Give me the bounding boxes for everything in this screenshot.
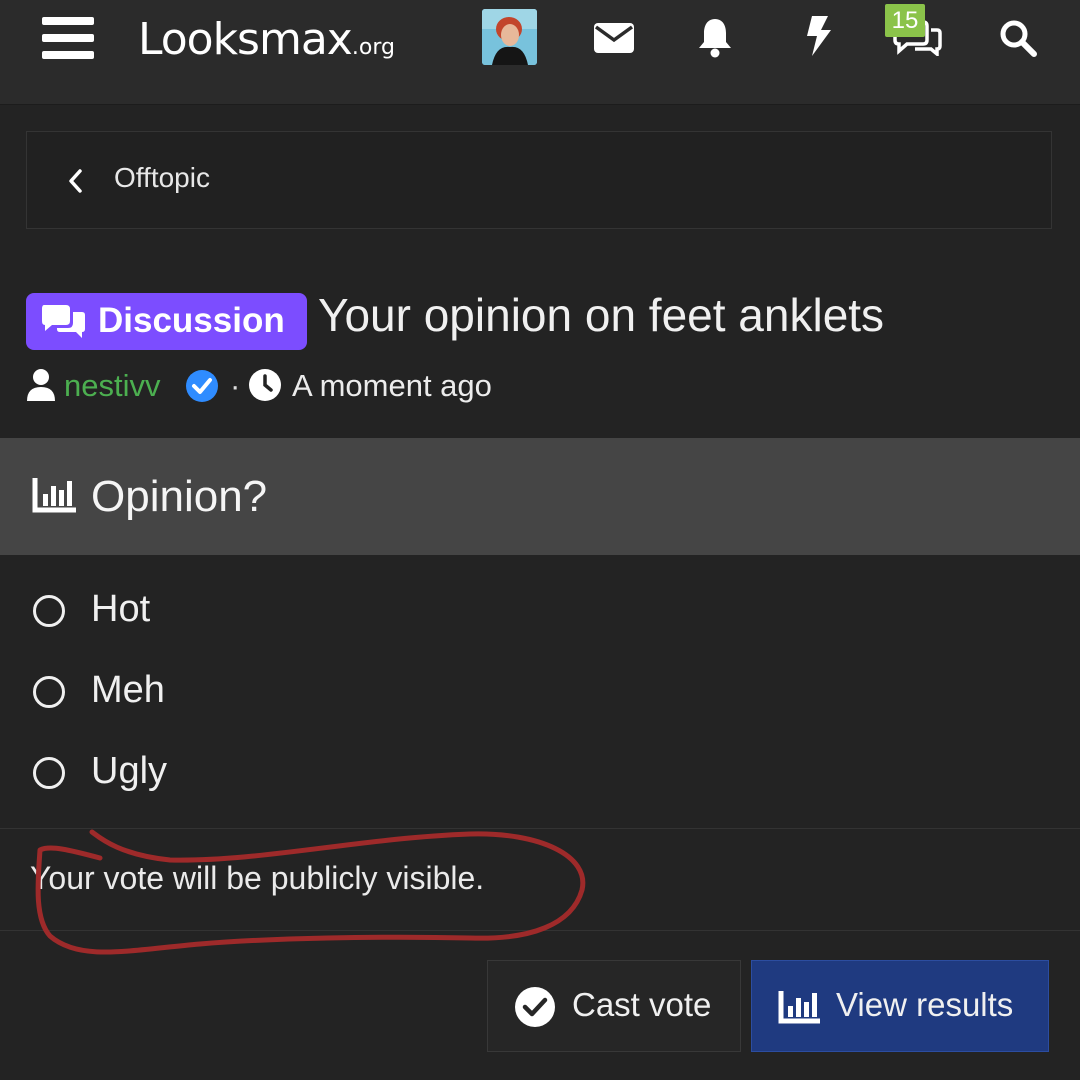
cast-vote-button[interactable]: Cast vote [487,960,741,1052]
logo-text: Looksmax [138,14,353,65]
radio-button[interactable] [33,757,65,789]
verified-badge-icon [186,370,218,402]
discussion-prefix-badge[interactable]: Discussion [26,293,307,350]
chat-bubbles-icon [42,305,85,338]
bell-icon[interactable] [696,16,734,58]
view-results-button[interactable]: View results [751,960,1049,1052]
avatar-image [482,9,537,65]
poll-option-label: Hot [91,588,151,630]
search-icon[interactable] [998,18,1038,58]
radio-button[interactable] [33,676,65,708]
divider [0,930,1080,931]
logo-tld: .org [351,35,395,60]
vote-visibility-notice: Your vote will be publicly visible. [30,860,485,896]
bar-chart-icon [778,991,820,1024]
meta-separator: · [230,368,241,403]
clock-icon [249,369,281,401]
menu-icon[interactable] [42,17,96,59]
poll-question: Opinion? [91,472,268,521]
user-avatar[interactable] [482,9,537,65]
envelope-icon[interactable] [593,22,635,54]
breadcrumb-label: Offtopic [114,162,210,193]
conversations-badge: 15 [885,4,925,37]
lightning-icon[interactable] [804,14,834,58]
divider [0,828,1080,829]
view-results-label: View results [836,986,1014,1023]
chevron-left-icon [69,169,82,193]
user-icon [27,369,55,401]
radio-button[interactable] [33,595,65,627]
post-time: A moment ago [292,368,492,403]
poll-option-label: Ugly [91,750,168,792]
site-logo[interactable]: Looksmax.org [138,10,395,70]
check-circle-icon [515,987,555,1027]
top-navigation-bar: Looksmax.org 15 [0,0,1080,105]
thread-title: Your opinion on feet anklets [318,289,885,341]
author-username[interactable]: nestivv [64,368,160,404]
cast-vote-label: Cast vote [572,986,712,1023]
breadcrumb[interactable]: Offtopic [26,131,1052,229]
bar-chart-icon [32,478,76,513]
poll-option-label: Meh [91,669,165,711]
poll-header: Opinion? [0,438,1080,555]
prefix-label: Discussion [98,301,285,340]
